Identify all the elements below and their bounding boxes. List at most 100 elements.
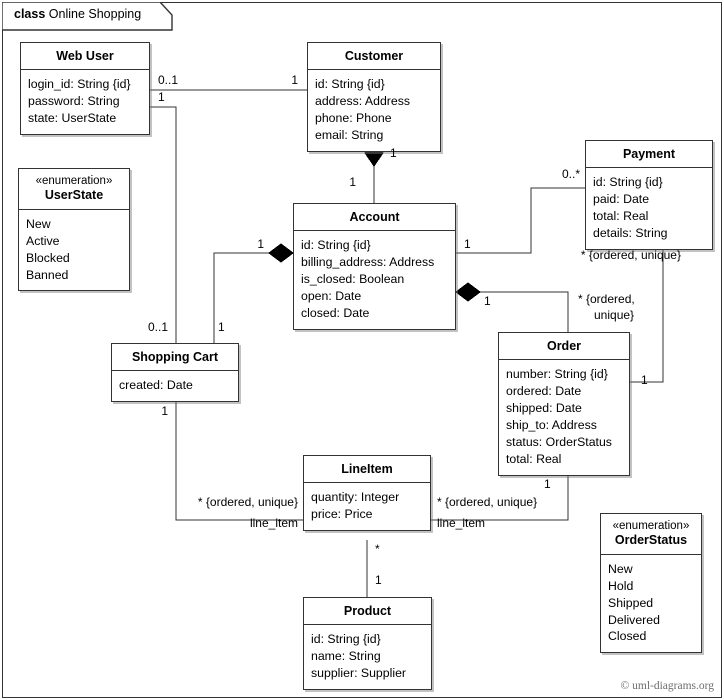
attribute: supplier: Supplier: [311, 666, 407, 681]
class-attributes-order: number: String {id} ordered: Date shippe…: [499, 360, 629, 475]
uml-class-diagram: class Online Shopping Web User login_id:…: [0, 0, 724, 700]
multiplicity-account-cart-cart-end: 1: [218, 320, 225, 334]
enum-literal: Active: [26, 233, 60, 248]
class-box-web-user[interactable]: Web User login_id: String {id} password:…: [20, 42, 150, 136]
class-box-payment[interactable]: Payment id: String {id} paid: Date total…: [585, 140, 713, 251]
class-attributes-shopping-cart: created: Date: [112, 371, 238, 401]
attribute: login_id: String {id}: [28, 77, 131, 92]
class-name-product: Product: [304, 598, 431, 626]
attribute: total: Real: [593, 209, 649, 224]
class-box-account[interactable]: Account id: String {id} billing_address:…: [293, 203, 456, 331]
constraint-account-order-line2: unique}: [594, 308, 635, 322]
multiplicity-customer-account-customer-end: 1: [390, 146, 397, 160]
copyright-notice: © uml-diagrams.org: [620, 680, 714, 692]
class-attributes-web-user: login_id: String {id} password: String s…: [21, 70, 149, 134]
multiplicity-order-lineitem-order-end: 1: [544, 477, 551, 491]
attribute: state: UserState: [28, 111, 117, 126]
multiplicity-account-payment-payment-end: 0..*: [561, 167, 580, 181]
class-name-user-state: «enumeration» UserState: [19, 169, 129, 210]
attribute: status: OrderStatus: [506, 435, 612, 450]
attribute: open: Date: [301, 289, 362, 304]
constraint-cart-lineitem-ordered-unique: * {ordered, unique}: [197, 495, 298, 509]
enum-literal: Banned: [26, 267, 69, 282]
multiplicity-lineitem-product-product-end: 1: [375, 573, 382, 587]
class-attributes-account: id: String {id} billing_address: Address…: [294, 231, 455, 329]
attribute: paid: Date: [593, 192, 650, 207]
class-name-order: Order: [499, 333, 629, 361]
class-box-customer[interactable]: Customer id: String {id} address: Addres…: [307, 42, 441, 153]
constraint-order-lineitem-ordered-unique: * {ordered, unique}: [437, 495, 538, 509]
multiplicity-cart-webuser-end: 0..1: [147, 320, 168, 334]
enum-literals-user-state: New Active Blocked Banned: [19, 210, 129, 291]
constraint-account-order-line1: * {ordered,: [578, 292, 635, 306]
enum-literals-order-status: New Hold Shipped Delivered Closed: [601, 555, 701, 653]
class-name-web-user: Web User: [21, 43, 149, 71]
multiplicity-customer-account-account-end: 1: [349, 175, 356, 189]
frame-name: Online Shopping: [48, 7, 142, 21]
multiplicity-cart-lineitem-cart-end: 1: [161, 404, 168, 418]
multiplicity-webuser-customer-target: 1: [291, 73, 298, 87]
multiplicity-account-order-account-end: 1: [484, 294, 491, 308]
attribute: password: String: [28, 94, 120, 109]
enum-literal: Hold: [608, 578, 634, 593]
class-name-customer: Customer: [308, 43, 440, 71]
attribute: id: String {id}: [311, 632, 381, 647]
attribute: phone: Phone: [315, 111, 392, 126]
enum-literal: Closed: [608, 629, 647, 644]
class-name-payment: Payment: [586, 141, 712, 169]
class-attributes-product: id: String {id} name: String supplier: S…: [304, 625, 431, 689]
attribute: total: Real: [506, 452, 562, 467]
enum-literal: Delivered: [608, 612, 660, 627]
role-order-lineitem: line_item: [437, 516, 486, 530]
class-box-user-state[interactable]: «enumeration» UserState New Active Block…: [18, 168, 130, 292]
multiplicity-webuser-cart-source: 1: [158, 90, 165, 104]
attribute: ship_to: Address: [506, 418, 597, 433]
attribute: details: String: [593, 226, 668, 241]
enum-name-user-state: UserState: [44, 188, 104, 203]
attribute: price: Price: [311, 507, 373, 522]
attribute: shipped: Date: [506, 401, 582, 416]
class-name-shopping-cart: Shopping Cart: [112, 344, 238, 372]
attribute: quantity: Integer: [311, 490, 400, 505]
class-attributes-line-item: quantity: Integer price: Price: [304, 483, 430, 530]
attribute: number: String {id}: [506, 367, 608, 382]
multiplicity-lineitem-product-item-end: *: [375, 542, 380, 556]
class-name-account: Account: [294, 204, 455, 232]
attribute: name: String: [311, 649, 381, 664]
class-attributes-customer: id: String {id} address: Address phone: …: [308, 70, 440, 151]
frame-keyword: class: [14, 7, 46, 21]
enum-literal: Shipped: [608, 595, 654, 610]
class-name-order-status: «enumeration» OrderStatus: [601, 514, 701, 555]
multiplicity-webuser-customer-source: 0..1: [158, 73, 179, 87]
class-box-order[interactable]: Order number: String {id} ordered: Date …: [498, 332, 630, 477]
attribute: id: String {id}: [301, 238, 371, 253]
multiplicity-order-payment-order-end: 1: [641, 373, 648, 387]
stereotype-enumeration: «enumeration»: [612, 520, 690, 532]
enum-name-order-status: OrderStatus: [614, 533, 688, 548]
multiplicity-account-cart-account-end: 1: [257, 237, 264, 251]
multiplicity-account-payment-account-end: 1: [464, 237, 471, 251]
enum-literal: Blocked: [26, 250, 70, 265]
class-box-shopping-cart[interactable]: Shopping Cart created: Date: [111, 343, 239, 403]
frame-label: class Online Shopping: [14, 7, 141, 21]
class-box-line-item[interactable]: LineItem quantity: Integer price: Price: [303, 455, 431, 532]
constraint-payment-ordered-unique: * {ordered, unique}: [580, 248, 681, 262]
diagram-frame-tab: class Online Shopping: [1, 1, 177, 31]
attribute: is_closed: Boolean: [301, 272, 405, 287]
attribute: billing_address: Address: [301, 255, 435, 270]
enum-literal: New: [26, 216, 51, 231]
enum-literal: New: [608, 561, 633, 576]
stereotype-enumeration: «enumeration»: [35, 175, 113, 187]
role-cart-lineitem: line_item: [249, 516, 298, 530]
class-name-line-item: LineItem: [304, 456, 430, 484]
attribute: email: String: [315, 128, 384, 143]
attribute: closed: Date: [301, 306, 370, 321]
attribute: id: String {id}: [315, 77, 385, 92]
class-box-order-status[interactable]: «enumeration» OrderStatus New Hold Shipp…: [600, 513, 702, 654]
attribute: created: Date: [119, 378, 193, 393]
class-box-product[interactable]: Product id: String {id} name: String sup…: [303, 597, 432, 691]
attribute: id: String {id}: [593, 175, 663, 190]
attribute: ordered: Date: [506, 384, 582, 399]
attribute: address: Address: [315, 94, 411, 109]
class-attributes-payment: id: String {id} paid: Date total: Real d…: [586, 168, 712, 249]
